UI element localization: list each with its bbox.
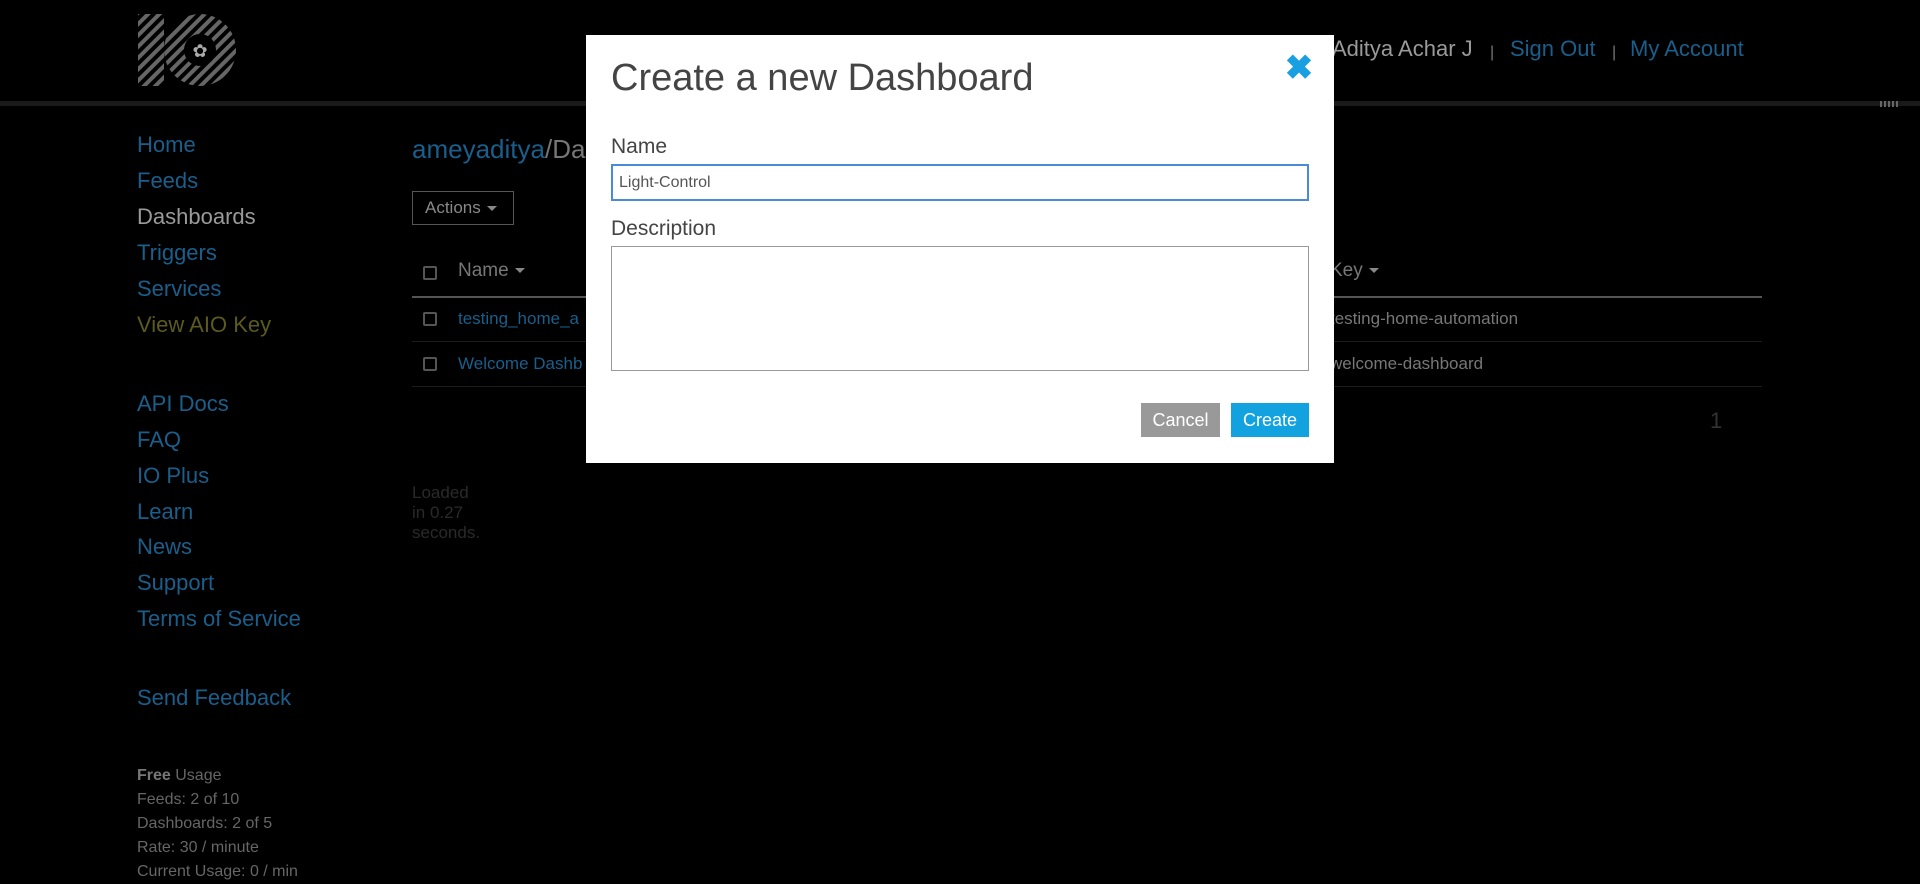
- create-button[interactable]: Create: [1231, 403, 1309, 437]
- usage-current: Current Usage: 0 / min: [137, 863, 298, 880]
- modal-title: Create a new Dashboard: [611, 57, 1034, 99]
- dashboard-name-link[interactable]: Welcome Dashb: [458, 354, 582, 374]
- sidebar-item-services[interactable]: Services: [137, 276, 221, 302]
- user-name: Aditya Achar J: [1332, 36, 1473, 61]
- my-account-link[interactable]: My Account: [1630, 36, 1744, 62]
- sort-caret-icon: [1368, 268, 1379, 274]
- header-separator: |: [1490, 44, 1495, 61]
- sidebar-item-send-feedback[interactable]: Send Feedback: [137, 685, 291, 711]
- sidebar-item-api-docs[interactable]: API Docs: [137, 391, 229, 417]
- usage-rate: Rate: 30 / minute: [137, 839, 259, 856]
- dashboard-key: welcome-dashboard: [1330, 354, 1484, 373]
- create-dashboard-modal: Create a new Dashboard ✖ Name Descriptio…: [586, 35, 1334, 463]
- sidebar-item-support[interactable]: Support: [137, 570, 214, 596]
- column-header-key[interactable]: Key: [1330, 260, 1379, 282]
- svg-text:✿: ✿: [192, 41, 207, 62]
- sidebar-item-triggers[interactable]: Triggers: [137, 240, 217, 266]
- sidebar-item-dashboards[interactable]: Dashboards: [137, 204, 256, 230]
- sort-caret-icon: [514, 268, 525, 274]
- breadcrumb-current: Da: [552, 134, 586, 164]
- sidebar-item-feeds[interactable]: Feeds: [137, 168, 198, 194]
- sidebar-item-terms-of-service[interactable]: Terms of Service: [137, 606, 301, 632]
- sidebar-item-home[interactable]: Home: [137, 132, 196, 158]
- sidebar-item-faq[interactable]: FAQ: [137, 427, 181, 453]
- sidebar-item-learn[interactable]: Learn: [137, 499, 193, 525]
- row-checkbox[interactable]: [423, 357, 437, 371]
- column-header-name[interactable]: Name: [458, 260, 525, 282]
- breadcrumb: ameyaditya/Da: [412, 134, 586, 164]
- select-all-checkbox[interactable]: [423, 266, 437, 280]
- chevron-down-icon: [486, 206, 497, 212]
- dashboard-name-link[interactable]: testing_home_a: [458, 309, 579, 329]
- actions-dropdown-button[interactable]: Actions: [412, 191, 514, 225]
- sidebar-item-news[interactable]: News: [137, 534, 192, 560]
- sign-out-link[interactable]: Sign Out: [1510, 36, 1596, 62]
- usage-feeds: Feeds: 2 of 10: [137, 791, 240, 808]
- breadcrumb-owner-link[interactable]: ameyaditya: [412, 134, 545, 164]
- usage-summary: Free Usage Feeds: 2 of 10 Dashboards: 2 …: [137, 764, 298, 884]
- pagination-page[interactable]: 1: [1710, 408, 1722, 434]
- sidebar-item-io-plus[interactable]: IO Plus: [137, 463, 209, 489]
- dashboard-description-input[interactable]: [611, 246, 1309, 371]
- sidebar-item-view-aio-key[interactable]: View AIO Key: [137, 312, 271, 338]
- header-separator: |: [1612, 44, 1617, 61]
- cancel-button[interactable]: Cancel: [1141, 403, 1220, 437]
- usage-plan: Free Usage: [137, 767, 222, 784]
- resize-grip-icon: [1880, 101, 1898, 107]
- name-label: Name: [611, 135, 668, 158]
- row-checkbox[interactable]: [423, 312, 437, 326]
- dashboard-key: testing-home-automation: [1330, 309, 1519, 328]
- close-icon[interactable]: ✖: [1284, 51, 1314, 85]
- description-label: Description: [611, 217, 717, 240]
- load-time-text: Loaded in 0.27 seconds.: [412, 483, 481, 542]
- dashboard-name-input[interactable]: [611, 164, 1309, 201]
- usage-dashboards: Dashboards: 2 of 5: [137, 815, 273, 832]
- adafruit-io-logo[interactable]: ✿: [136, 12, 240, 88]
